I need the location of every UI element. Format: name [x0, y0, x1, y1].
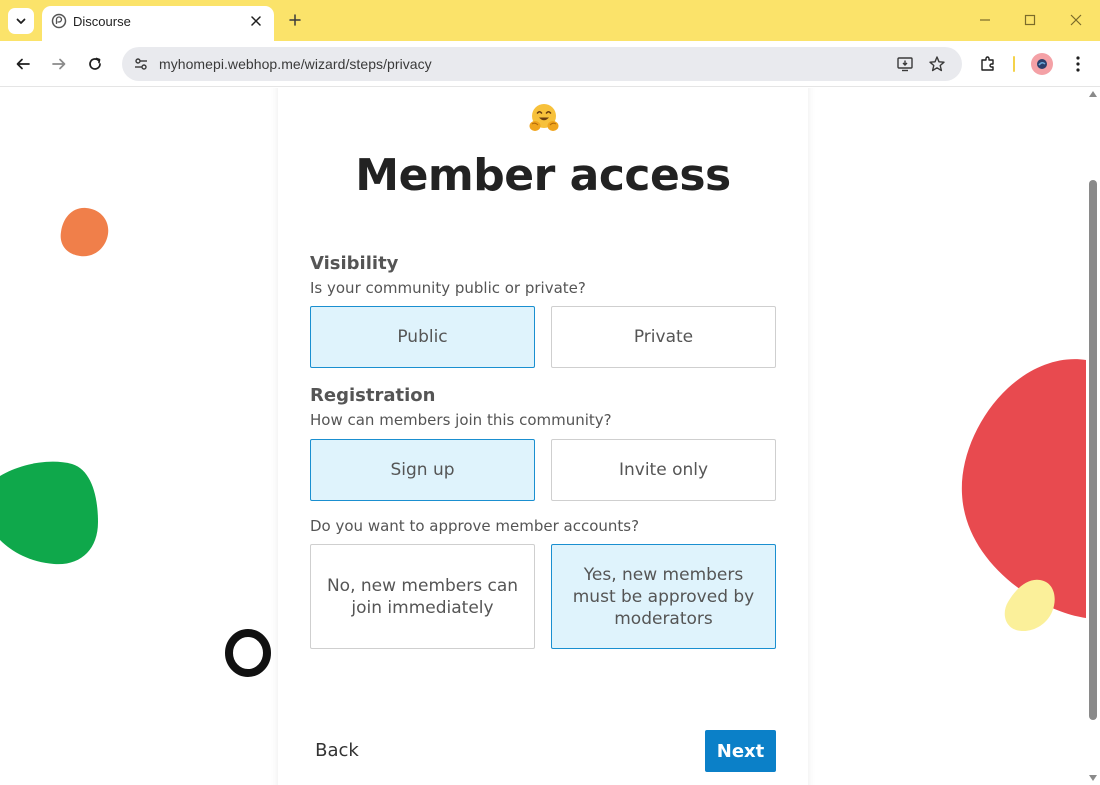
registration-section-title: Registration	[310, 385, 436, 406]
orange-blob-decoration	[60, 207, 109, 257]
browser-toolbar: myhomepi.webhop.me/wizard/steps/privacy	[0, 41, 1100, 87]
close-window-icon[interactable]	[1062, 8, 1090, 32]
page-viewport: Member access Visibility Is your communi…	[0, 88, 1086, 785]
browser-tab-discourse[interactable]: Discourse	[42, 6, 274, 41]
bookmark-star-icon[interactable]	[926, 53, 948, 75]
url-text: myhomepi.webhop.me/wizard/steps/privacy	[159, 56, 432, 72]
tab-search-button[interactable]	[8, 8, 34, 34]
scroll-up-arrow-icon[interactable]	[1089, 91, 1097, 97]
chevron-down-icon	[16, 18, 26, 24]
install-app-icon[interactable]	[894, 53, 916, 75]
approval-option-no[interactable]: No, new members can join immediately	[310, 544, 535, 649]
registration-question: How can members join this community?	[310, 411, 612, 429]
reload-icon[interactable]	[82, 51, 108, 77]
black-ring-shape	[225, 629, 271, 677]
black-ring-decoration	[225, 629, 271, 677]
approval-option-yes[interactable]: Yes, new members must be approved by mod…	[551, 544, 776, 649]
back-arrow-icon[interactable]	[10, 51, 36, 77]
close-tab-icon[interactable]	[246, 11, 266, 31]
scrollbar-thumb[interactable]	[1089, 180, 1097, 720]
approval-question: Do you want to approve member accounts?	[310, 517, 640, 535]
hugging-face-emoji-icon	[529, 104, 559, 131]
extensions-puzzle-icon[interactable]	[976, 52, 1000, 76]
more-menu-kebab-icon[interactable]	[1066, 52, 1090, 76]
scroll-down-arrow-icon[interactable]	[1089, 775, 1097, 781]
discourse-favicon-icon	[51, 13, 67, 29]
yellow-blob-shape	[1004, 579, 1055, 632]
visibility-option-private[interactable]: Private	[551, 306, 776, 368]
orange-blob-shape	[60, 207, 109, 257]
toolbar-divider	[1013, 56, 1015, 72]
yellow-blob-decoration	[1004, 579, 1055, 632]
visibility-question: Is your community public or private?	[310, 279, 586, 297]
profile-avatar-icon[interactable]	[1031, 53, 1053, 75]
forward-arrow-icon[interactable]	[46, 51, 72, 77]
new-tab-plus-icon[interactable]	[284, 9, 306, 31]
visibility-section-title: Visibility	[310, 253, 399, 274]
site-settings-tune-icon[interactable]	[130, 53, 152, 75]
visibility-option-public[interactable]: Public	[310, 306, 535, 368]
registration-option-invite-only[interactable]: Invite only	[551, 439, 776, 501]
tab-title: Discourse	[73, 14, 131, 29]
green-blob-shape	[0, 461, 98, 565]
page-scrollbar[interactable]	[1086, 88, 1100, 785]
tab-strip: Discourse	[0, 0, 1100, 41]
maximize-window-icon[interactable]	[1016, 8, 1044, 32]
back-button[interactable]: Back	[304, 728, 370, 772]
green-blob-decoration	[0, 461, 98, 565]
next-button[interactable]: Next	[705, 730, 776, 772]
registration-option-sign-up[interactable]: Sign up	[310, 439, 535, 501]
minimize-window-icon[interactable]	[971, 8, 999, 32]
address-bar[interactable]: myhomepi.webhop.me/wizard/steps/privacy	[122, 47, 962, 81]
page-title: Member access	[355, 150, 731, 201]
